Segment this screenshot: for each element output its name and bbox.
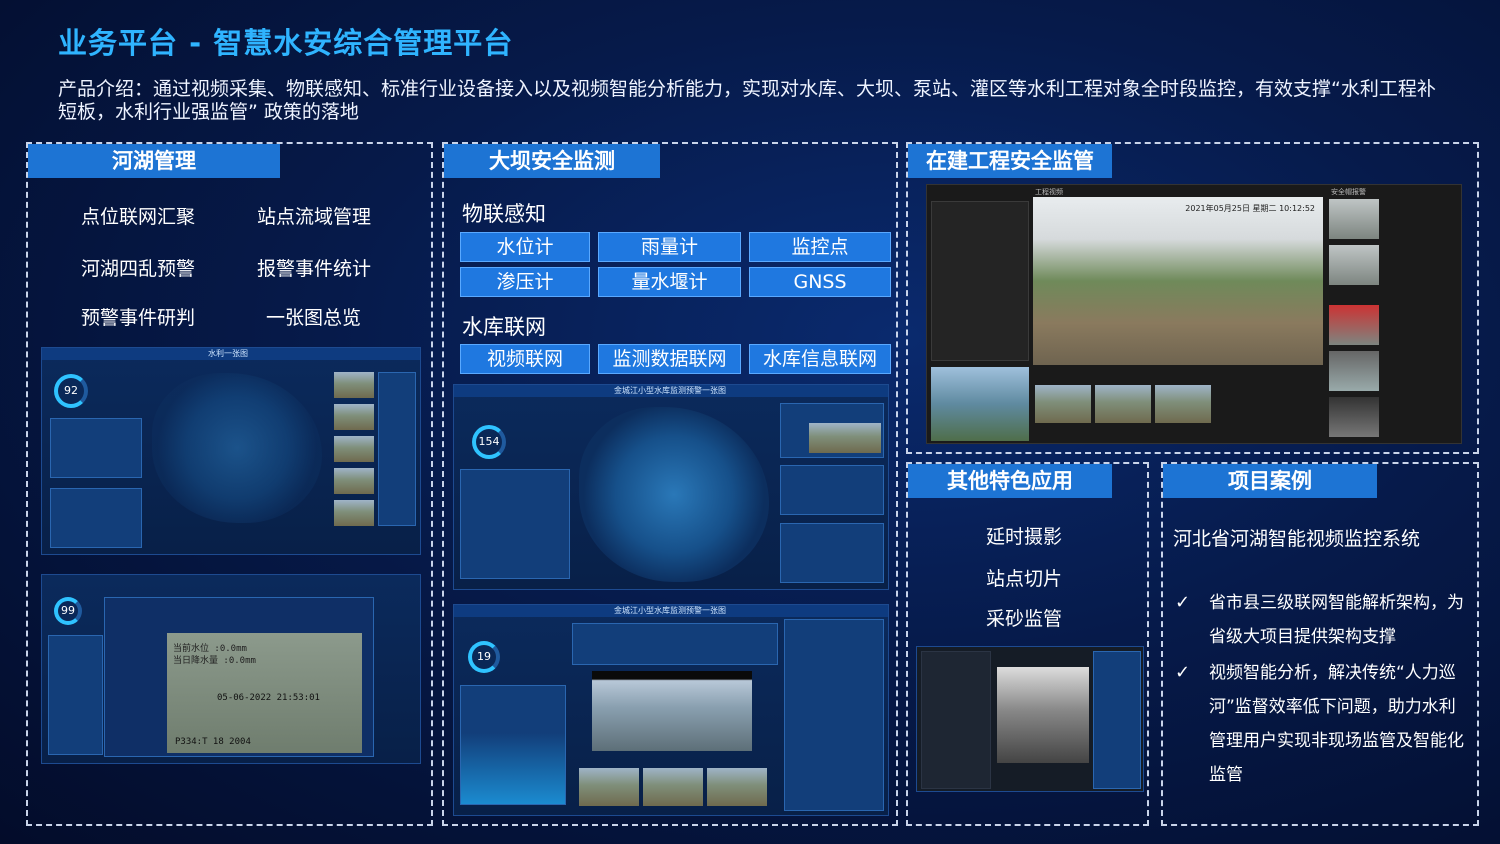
case-point: 省市县三级联网智能解析架构，为 省级大项目提供架构支撑 — [1209, 593, 1464, 647]
other-screenshot — [916, 646, 1144, 792]
res-button-data[interactable]: 监测数据联网 — [598, 344, 741, 374]
hehu-panel: 河湖管理 点位联网汇聚 站点流域管理 河湖四乱预警 报警事件统计 预警事件研判 … — [26, 142, 433, 826]
feature-item: 河湖四乱预警 — [81, 258, 196, 280]
hehu-video-screenshot: 99 当前水位 :0.0mm 当日降水量 :0.0mm 05-06-2022 2… — [41, 574, 421, 764]
page-title: 业务平台 - 智慧水安综合管理平台 — [58, 26, 514, 60]
iot-label: 物联感知 — [462, 202, 546, 226]
video-frame: 当前水位 :0.0mm 当日降水量 :0.0mm 05-06-2022 21:5… — [167, 633, 362, 753]
other-header: 其他特色应用 — [908, 464, 1112, 498]
hehu-map-screenshot: 水利一张图 92 — [41, 347, 421, 555]
iot-button-gnss[interactable]: GNSS — [749, 267, 891, 297]
feature-item: 报警事件统计 — [257, 258, 372, 280]
res-button-video[interactable]: 视频联网 — [460, 344, 590, 374]
dam-video — [592, 671, 752, 751]
cases-panel: 项目案例 河北省河湖智能视频监控系统 ✓ 省市县三级联网智能解析架构，为 省级大… — [1161, 462, 1479, 826]
map-area — [152, 373, 322, 523]
screen-title: 金城江小型水库监测预警一张图 — [614, 386, 726, 395]
check-icon: ✓ — [1175, 592, 1191, 613]
daba-video-screenshot: 金城江小型水库监测预警一张图 19 — [453, 604, 889, 816]
screen-title: 水利一张图 — [208, 349, 248, 358]
daba-map-screenshot: 金城江小型水库监测预警一张图 154 — [453, 384, 889, 590]
daba-header: 大坝安全监测 — [444, 144, 660, 178]
case-name: 河北省河湖智能视频监控系统 — [1173, 528, 1421, 550]
ring-gauge: 19 — [468, 641, 500, 673]
reservoir-label: 水库联网 — [462, 315, 546, 339]
construction-video: 2021年05月25日 星期二 10:12:52 — [1033, 197, 1323, 365]
app-item: 延时摄影 — [986, 526, 1063, 548]
cases-header: 项目案例 — [1163, 464, 1377, 498]
res-button-info[interactable]: 水库信息联网 — [749, 344, 891, 374]
iot-button-monitor-point[interactable]: 监控点 — [749, 232, 891, 262]
zaijian-screenshot: 工程视频 2021年05月25日 星期二 10:12:52 安全帽报警 — [926, 184, 1462, 444]
right-panel-title: 安全帽报警 — [1331, 188, 1366, 196]
feature-item: 站点流域管理 — [257, 206, 372, 228]
video-timestamp: 2021年05月25日 星期二 10:12:52 — [1185, 204, 1315, 213]
case-point: 视频智能分析，解决传统“人力巡 河”监督效率低下问题，助力水利 管理用户实现非现… — [1209, 663, 1464, 785]
daba-panel: 大坝安全监测 物联感知 水位计 雨量计 监控点 渗压计 量水堰计 GNSS 水库… — [442, 142, 898, 826]
ring-gauge: 92 — [54, 374, 88, 408]
check-icon: ✓ — [1175, 662, 1191, 683]
map-area — [579, 407, 769, 582]
feature-item: 一张图总览 — [266, 307, 362, 329]
app-item: 采砂监管 — [986, 608, 1063, 630]
iot-button-seepage[interactable]: 渗压计 — [460, 267, 590, 297]
iot-button-water-level[interactable]: 水位计 — [460, 232, 590, 262]
panel-title: 工程视频 — [1035, 188, 1063, 196]
zaijian-panel: 在建工程安全监管 工程视频 2021年05月25日 星期二 10:12:52 安… — [906, 142, 1479, 454]
ring-gauge: 99 — [54, 597, 82, 625]
product-intro: 产品介绍：通过视频采集、物联感知、标准行业设备接入以及视频智能分析能力，实现对水… — [58, 78, 1436, 123]
iot-button-weir[interactable]: 量水堰计 — [598, 267, 741, 297]
app-item: 站点切片 — [986, 568, 1063, 590]
feature-item: 点位联网汇聚 — [81, 206, 196, 228]
other-panel: 其他特色应用 延时摄影 站点切片 采砂监管 — [906, 462, 1149, 826]
ring-gauge: 154 — [472, 425, 506, 459]
feature-item: 预警事件研判 — [81, 307, 196, 329]
zaijian-header: 在建工程安全监管 — [908, 144, 1112, 178]
iot-button-rain-gauge[interactable]: 雨量计 — [598, 232, 741, 262]
hehu-header: 河湖管理 — [28, 144, 280, 178]
screen-title: 金城江小型水库监测预警一张图 — [614, 606, 726, 615]
